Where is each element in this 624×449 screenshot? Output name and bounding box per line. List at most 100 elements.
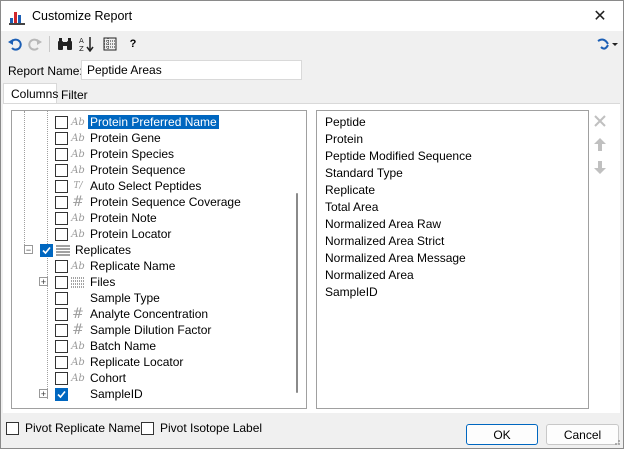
tree-row-label: Protein Sequence xyxy=(90,163,186,177)
tree-row-sample-dilution-factor[interactable]: # Sample Dilution Factor xyxy=(55,322,213,338)
expand-icon[interactable]: + xyxy=(39,277,48,287)
dialog-footer: Pivot Replicate Name Pivot Isotope Label… xyxy=(1,413,623,448)
tree-checkbox[interactable] xyxy=(55,259,68,273)
text-icon: Ab xyxy=(71,372,85,384)
column-list-item[interactable]: Replicate xyxy=(325,183,375,197)
pivot-isotope-checkbox[interactable] xyxy=(141,421,154,435)
tree-row-sampleid[interactable]: + SampleID xyxy=(39,386,145,402)
tree-checkbox[interactable] xyxy=(55,227,68,241)
tab-columns[interactable]: Columns xyxy=(3,83,58,105)
tree-row-label: Protein Species xyxy=(90,147,175,161)
toolbar-separator xyxy=(49,36,50,52)
sort-button[interactable]: AZ xyxy=(78,35,96,53)
tree-vertical-scrollbar[interactable] xyxy=(291,111,305,406)
tree-row-protein-preferred-name[interactable]: Ab Protein Preferred Name xyxy=(55,114,219,130)
tree-row-analyte-concentration[interactable]: # Analyte Concentration xyxy=(55,306,210,322)
cancel-button[interactable]: Cancel xyxy=(546,424,619,445)
tree-row-label: Replicates xyxy=(75,243,132,257)
tree-row-replicate-name[interactable]: Ab Replicate Name xyxy=(55,258,177,274)
skyline-app-icon xyxy=(9,9,25,25)
column-list-item[interactable]: SampleID xyxy=(325,285,378,299)
report-name-input[interactable] xyxy=(81,60,302,80)
share-icon xyxy=(597,38,618,50)
move-up-button[interactable] xyxy=(593,137,607,151)
tree-checkbox[interactable] xyxy=(55,147,68,161)
tree-checkbox[interactable] xyxy=(55,291,68,305)
tree-checkbox[interactable] xyxy=(40,243,53,257)
tree-row-label: Protein Note xyxy=(90,211,157,225)
help-button[interactable]: ? xyxy=(124,35,142,53)
column-list-item[interactable]: Protein xyxy=(325,132,363,146)
tree-checkbox[interactable] xyxy=(55,115,68,129)
tree-row-sample-type[interactable]: Sample Type xyxy=(55,290,162,306)
column-list-item[interactable]: Normalized Area Message xyxy=(325,251,466,265)
preview-button[interactable] xyxy=(101,35,119,53)
list-icon xyxy=(55,243,71,257)
tree-checkbox[interactable] xyxy=(55,211,68,225)
share-dropdown-button[interactable] xyxy=(595,35,619,53)
column-list-item[interactable]: Normalized Area Strict xyxy=(325,234,444,248)
number-icon: # xyxy=(72,194,84,210)
tree-row-protein-note[interactable]: Ab Protein Note xyxy=(55,210,159,226)
scrollbar-thumb[interactable] xyxy=(296,193,298,393)
tree-row-batch-name[interactable]: Ab Batch Name xyxy=(55,338,158,354)
undo-icon xyxy=(8,38,22,51)
resize-grip-icon[interactable] xyxy=(611,436,621,446)
tree-checkbox[interactable] xyxy=(55,307,68,321)
tree-row-protein-locator[interactable]: Ab Protein Locator xyxy=(55,226,173,242)
tree-checkbox[interactable] xyxy=(55,131,68,145)
undo-button[interactable] xyxy=(6,35,24,53)
window-title: Customize Report xyxy=(32,9,133,23)
pivot-replicate-checkbox[interactable] xyxy=(6,421,19,435)
tree-checkbox[interactable] xyxy=(55,195,68,209)
tree-row-files[interactable]: + Files xyxy=(39,274,117,290)
column-list-item[interactable]: Normalized Area xyxy=(325,268,414,282)
tree-row-label: Sample Dilution Factor xyxy=(90,323,212,337)
redo-button[interactable] xyxy=(26,35,44,53)
table-preview-icon xyxy=(103,37,117,51)
tree-checkbox[interactable] xyxy=(55,371,68,385)
tree-checkbox[interactable] xyxy=(55,163,68,177)
collapse-icon[interactable]: − xyxy=(24,245,33,255)
tree-row-replicate-locator[interactable]: Ab Replicate Locator xyxy=(55,354,185,370)
column-list-item[interactable]: Peptide xyxy=(325,115,366,129)
column-list-item[interactable]: Total Area xyxy=(325,200,378,214)
tree-row-label: Cohort xyxy=(90,371,127,385)
tree-row-protein-sequence-coverage[interactable]: # Protein Sequence Coverage xyxy=(55,194,243,210)
ok-button[interactable]: OK xyxy=(466,424,538,445)
tree-checkbox[interactable] xyxy=(55,275,68,289)
column-tree[interactable]: Ab Protein Preferred Name Ab Protein Gene Ab… xyxy=(11,110,307,409)
text-icon: Ab xyxy=(71,164,85,176)
tree-row-protein-sequence[interactable]: Ab Protein Sequence xyxy=(55,162,187,178)
move-up-icon xyxy=(594,137,606,151)
column-list-item[interactable]: Standard Type xyxy=(325,166,403,180)
tree-checkbox[interactable] xyxy=(55,339,68,353)
selected-columns-list[interactable]: Peptide Protein Peptide Modified Sequence S… xyxy=(316,110,589,409)
toolbar: AZ ? xyxy=(1,31,623,57)
pivot-replicate-option[interactable]: Pivot Replicate Name xyxy=(6,421,140,435)
pivot-isotope-option[interactable]: Pivot Isotope Label xyxy=(141,421,262,435)
close-button[interactable]: ✕ xyxy=(577,1,623,31)
delete-column-button[interactable] xyxy=(593,114,607,128)
text-icon: Ab xyxy=(71,340,85,352)
tree-row-replicates[interactable]: − Replicates xyxy=(24,242,133,258)
move-down-button[interactable] xyxy=(593,160,607,174)
tree-checkbox[interactable] xyxy=(55,179,68,193)
tree-row-protein-species[interactable]: Ab Protein Species xyxy=(55,146,176,162)
column-list-item[interactable]: Normalized Area Raw xyxy=(325,217,441,231)
tree-guide-line xyxy=(47,111,48,244)
columns-tab-panel: Ab Protein Preferred Name Ab Protein Gene Ab… xyxy=(3,103,620,413)
customize-report-dialog: Customize Report ✕ AZ ? Report Name: Pep… xyxy=(0,0,624,449)
column-list-item[interactable]: Peptide Modified Sequence xyxy=(325,149,472,163)
tree-row-protein-gene[interactable]: Ab Protein Gene xyxy=(55,130,163,146)
tree-checkbox[interactable] xyxy=(55,387,68,401)
tree-checkbox[interactable] xyxy=(55,323,68,337)
expand-icon[interactable]: + xyxy=(39,389,48,399)
text-icon: Ab xyxy=(71,212,85,224)
tree-row-auto-select-peptides[interactable]: T/Auto Select Peptides xyxy=(55,178,203,194)
text-icon: Ab xyxy=(71,228,85,240)
tree-row-cohort[interactable]: Ab Cohort xyxy=(55,370,128,386)
tree-row-label: Protein Preferred Name xyxy=(88,115,219,129)
tree-checkbox[interactable] xyxy=(55,355,68,369)
find-button[interactable] xyxy=(56,35,74,53)
